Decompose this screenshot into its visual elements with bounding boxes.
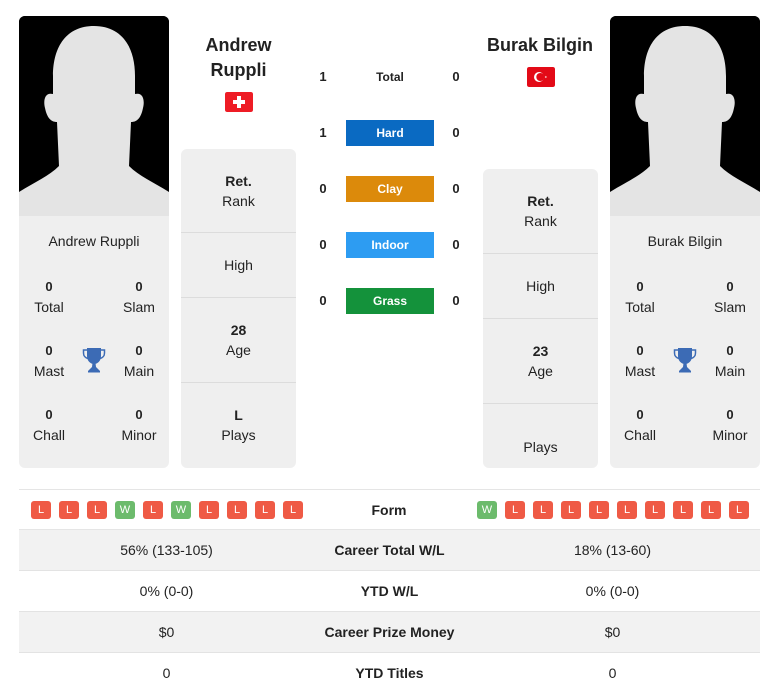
form-badge[interactable]: L (701, 501, 721, 519)
stat-left-value: 0 (162, 665, 171, 681)
h2h-total-label: Total (376, 70, 404, 84)
stat-label: YTD W/L (360, 583, 419, 599)
trophy-icon (673, 348, 697, 373)
stat-row-career-total-wl: 56% (133-105) Career Total W/L 18% (13-6… (19, 530, 760, 571)
player2-titles-total: 0 Total (625, 279, 655, 315)
player2-card-name: Burak Bilgin (647, 233, 723, 249)
turkey-flag-icon (527, 67, 555, 87)
h2h-row-hard: 1 Hard 0 (310, 120, 470, 146)
player2-titles-mast: 0 Mast (624, 343, 656, 379)
player1-high: High (181, 233, 296, 298)
h2h-left-value: 1 (319, 125, 327, 140)
form-badge[interactable]: L (283, 501, 303, 519)
surface-grass-badge[interactable]: Grass (346, 288, 434, 314)
stat-row-ytd-titles: 0 YTD Titles 0 (19, 653, 760, 694)
stat-right-value: 0 (608, 665, 617, 681)
player1-photo (19, 16, 169, 216)
player1-name[interactable]: Andrew Ruppli (181, 33, 296, 83)
player1-titles-chall: 0 Chall (33, 407, 65, 443)
player2-titles-main: 0 Main (714, 343, 746, 379)
stat-label: Career Total W/L (334, 542, 445, 558)
h2h-left-value: 0 (319, 237, 327, 252)
stat-label: YTD Titles (355, 665, 424, 681)
form-badge[interactable]: L (59, 501, 79, 519)
player1-titles-card: Andrew Ruppli 0 Total 0 Slam 0 Mast 0 Main 0… (19, 216, 169, 468)
form-badge[interactable]: L (533, 501, 553, 519)
h2h-right-value: 0 (452, 125, 460, 140)
form-badge[interactable]: L (729, 501, 749, 519)
player2-age: 23 Age (483, 319, 598, 404)
player1-titles-total: 0 Total (34, 279, 64, 315)
form-badge[interactable]: L (505, 501, 525, 519)
h2h-row-indoor: 0 Indoor 0 (310, 232, 470, 258)
player1-rank: Ret. Rank (181, 149, 296, 233)
h2h-row-grass: 0 Grass 0 (310, 288, 470, 314)
stat-row-ytd-wl: 0% (0-0) YTD W/L 0% (0-0) (19, 571, 760, 612)
player1-form: L L L W L W L L L L (31, 501, 303, 519)
player2-plays: Plays (523, 438, 558, 455)
player1-titles-slam: 0 Slam (123, 279, 155, 315)
form-badge[interactable]: L (227, 501, 247, 519)
stat-left-value: $0 (158, 624, 175, 640)
player2-high: High (483, 254, 598, 319)
player1-info-card: Ret. Rank High 28 Age L Plays (181, 149, 296, 468)
player1-titles-minor: 0 Minor (121, 407, 157, 443)
h2h-left-value: 0 (319, 293, 327, 308)
form-badge[interactable]: L (617, 501, 637, 519)
player1-titles-mast: 0 Mast (33, 343, 65, 379)
player2-titles-chall: 0 Chall (624, 407, 656, 443)
surface-clay-badge[interactable]: Clay (346, 176, 434, 202)
stat-label: Career Prize Money (324, 624, 455, 640)
player-silhouette-icon (19, 16, 169, 216)
form-badge[interactable]: W (477, 501, 497, 519)
stat-right-value: 18% (13-60) (573, 542, 652, 558)
form-badge[interactable]: L (31, 501, 51, 519)
form-badge[interactable]: L (673, 501, 693, 519)
form-badge[interactable]: L (589, 501, 609, 519)
form-badge[interactable]: W (171, 501, 191, 519)
h2h-right-value: 0 (452, 181, 460, 196)
player1-card-name: Andrew Ruppli (48, 233, 140, 249)
player2-titles-card: Burak Bilgin 0 Total 0 Slam 0 Mast 0 Main 0C… (610, 216, 760, 468)
form-badge[interactable]: W (115, 501, 135, 519)
stat-left-value: 56% (133-105) (120, 542, 213, 558)
switzerland-flag-icon (225, 92, 253, 112)
stat-row-career-prize-money: $0 Career Prize Money $0 (19, 612, 760, 653)
form-label: Form (371, 502, 407, 518)
form-row: L L L W L W L L L L Form W L L L L L L L… (19, 489, 760, 530)
h2h-row-clay: 0 Clay 0 (310, 176, 470, 202)
player2-form: W L L L L L L L L L (477, 501, 749, 519)
h2h-right-value: 0 (452, 237, 460, 252)
form-badge[interactable]: L (645, 501, 665, 519)
player2-info-card: Ret. Rank High 23 Age Plays (483, 169, 598, 468)
stat-right-value: $0 (604, 624, 621, 640)
stat-left-value: 0% (0-0) (139, 583, 194, 599)
player1-age: 28 Age (181, 298, 296, 383)
h2h-row-total: 1 Total 0 (310, 64, 470, 90)
h2h-left-value: 0 (319, 181, 327, 196)
player1-plays: L Plays (221, 407, 256, 443)
player2-titles-slam: 0 Slam (714, 279, 746, 315)
form-badge[interactable]: L (255, 501, 275, 519)
player1-titles-main: 0 Main (123, 343, 155, 379)
h2h-right-value: 0 (452, 293, 460, 308)
form-badge[interactable]: L (87, 501, 107, 519)
player2-name[interactable]: Burak Bilgin (470, 33, 610, 58)
form-badge[interactable]: L (199, 501, 219, 519)
player2-titles-minor: 0 Minor (712, 407, 748, 443)
trophy-icon (82, 348, 106, 373)
h2h-left-value: 1 (319, 69, 327, 84)
stat-right-value: 0% (0-0) (585, 583, 640, 599)
h2h-right-value: 0 (452, 69, 460, 84)
player-silhouette-icon (610, 16, 760, 216)
surface-hard-badge[interactable]: Hard (346, 120, 434, 146)
player2-rank: Ret. Rank (483, 169, 598, 254)
player2-photo (610, 16, 760, 216)
surface-indoor-badge[interactable]: Indoor (346, 232, 434, 258)
form-badge[interactable]: L (143, 501, 163, 519)
form-badge[interactable]: L (561, 501, 581, 519)
